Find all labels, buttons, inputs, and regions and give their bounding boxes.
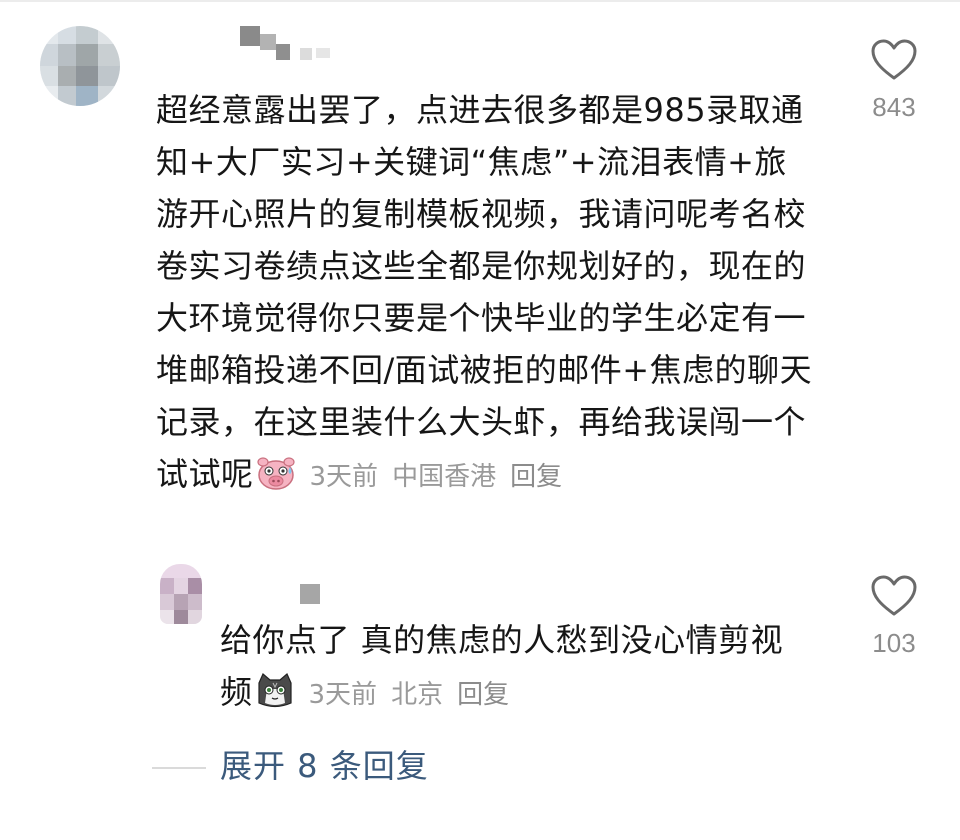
comment-body: 超经意露出罢了，点进去很多都是985录取通知+大厂实习+关键词“焦虑”+流泪表情… xyxy=(156,84,816,506)
reply-like-button[interactable]: 103 xyxy=(854,574,934,659)
reply-body: 给你点了 真的焦虑的人愁到没心情剪视频 3天前 北京 回复 xyxy=(220,614,800,724)
reply-avatar[interactable] xyxy=(160,564,202,624)
like-button[interactable]: 843 xyxy=(854,38,934,123)
top-divider xyxy=(0,0,960,2)
reply-time: 3天前 xyxy=(308,680,378,710)
reply-reply-button[interactable]: 回复 xyxy=(457,680,509,710)
cat-emoji xyxy=(255,672,295,724)
reply-location: 北京 xyxy=(391,680,444,710)
comment-location: 中国香港 xyxy=(392,462,497,492)
reply-like-count: 103 xyxy=(872,628,916,658)
heart-icon xyxy=(871,575,917,616)
pig-sweat-emoji xyxy=(256,454,296,506)
like-count: 843 xyxy=(872,92,916,122)
reply-button[interactable]: 回复 xyxy=(510,462,562,492)
heart-icon xyxy=(871,39,917,80)
expand-replies-button[interactable]: 展开 8 条回复 xyxy=(220,744,429,788)
comment-time: 3天前 xyxy=(309,462,379,492)
avatar[interactable] xyxy=(40,26,120,106)
comment-text: 超经意露出罢了，点进去很多都是985录取通知+大厂实习+关键词“焦虑”+流泪表情… xyxy=(156,91,813,493)
expand-divider xyxy=(152,767,206,769)
